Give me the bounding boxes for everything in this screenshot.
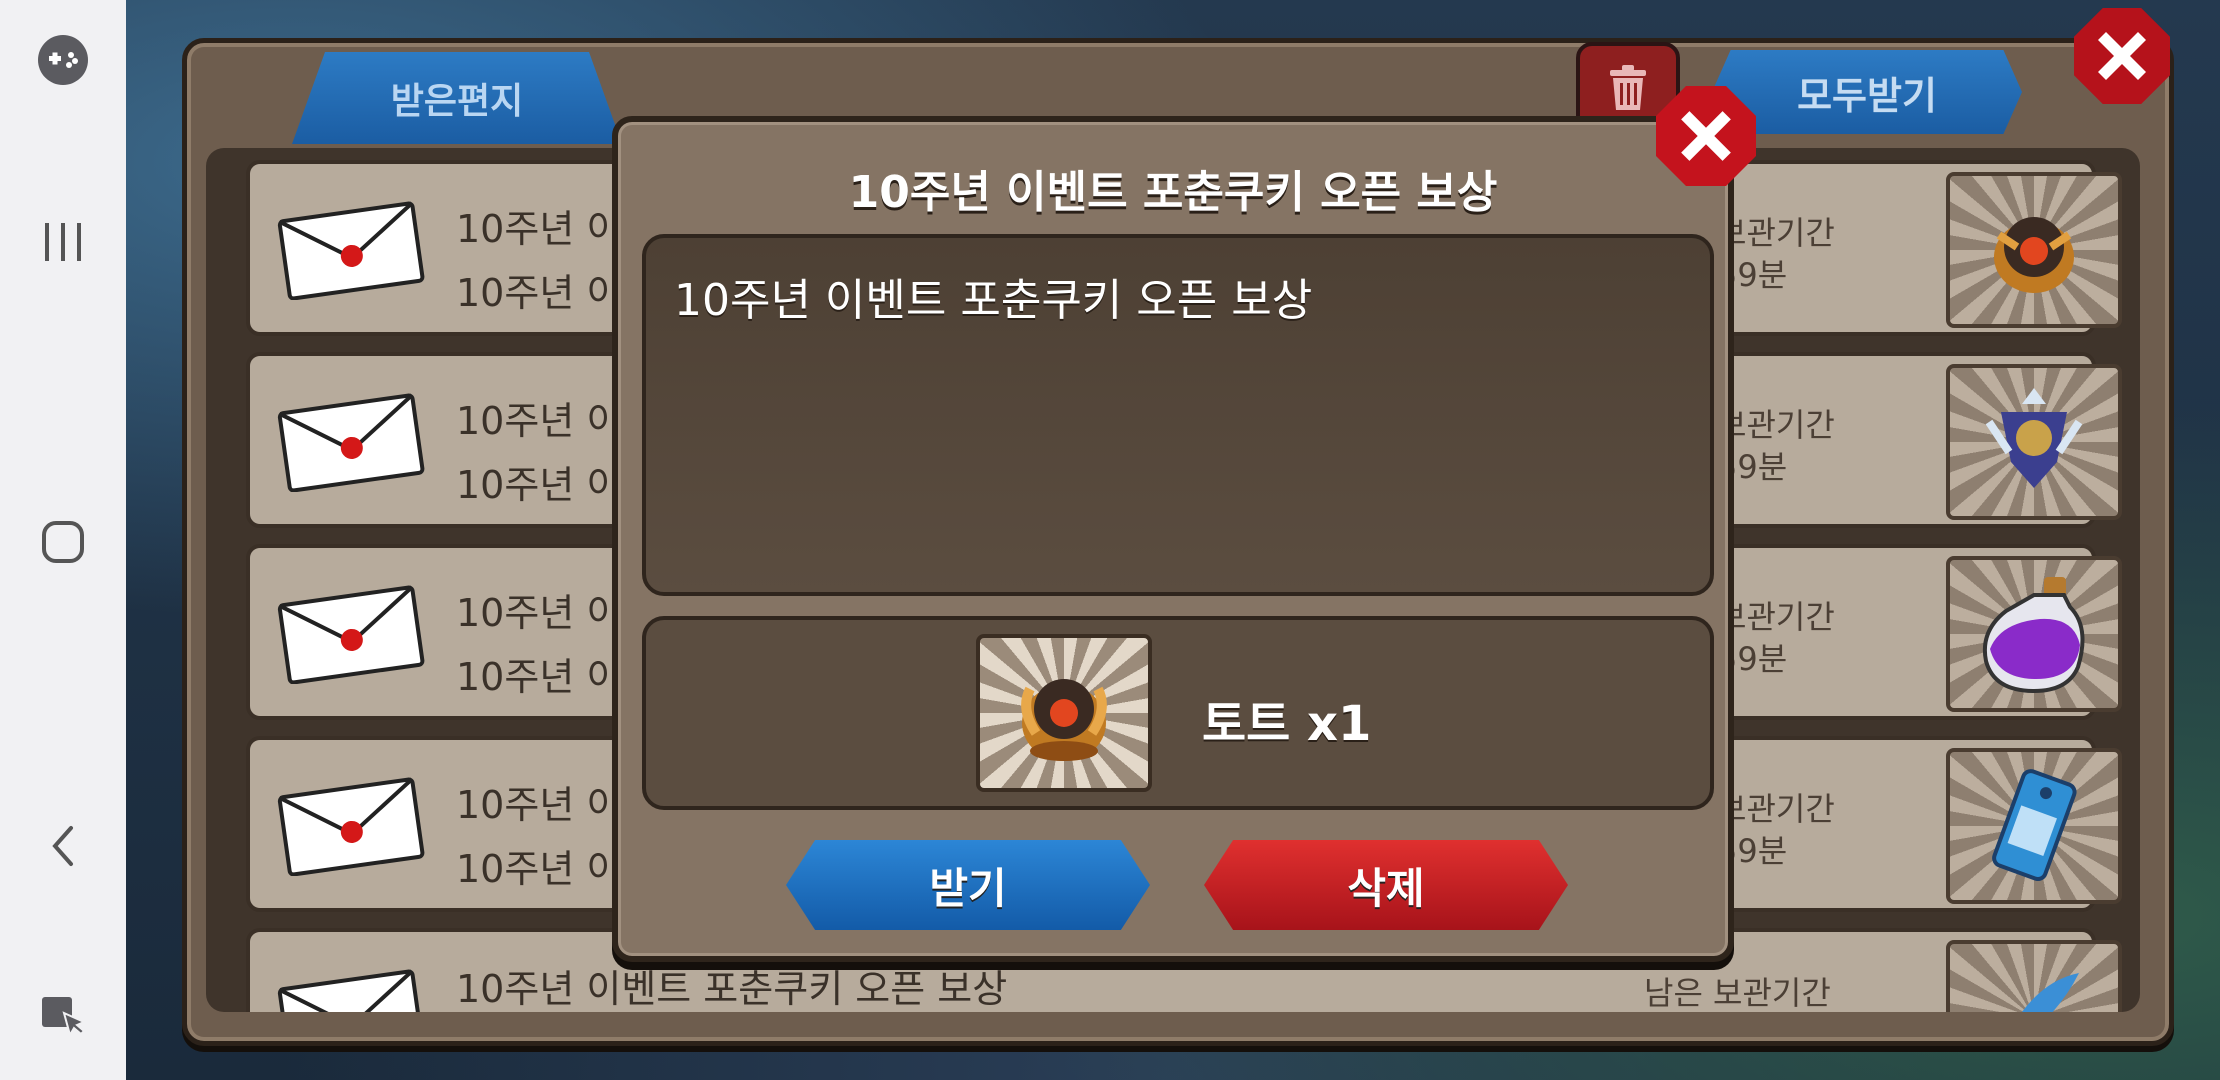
- home-icon[interactable]: [0, 510, 126, 574]
- receive-all-label: 모두받기: [1797, 73, 1937, 118]
- dialog-message: 10주년 이벤트 포춘쿠키 오픈 보상: [674, 275, 1313, 326]
- game-launcher-icon[interactable]: [0, 28, 126, 92]
- tot-emblem-icon: [976, 634, 1152, 792]
- close-icon: [2098, 32, 2146, 80]
- crest-emblem-icon: [1946, 364, 2122, 520]
- potion-bottle-icon: [1946, 556, 2122, 712]
- feather-icon: [1946, 940, 2122, 1012]
- dialog-close-button[interactable]: [1656, 86, 1756, 186]
- trash-icon: [1610, 65, 1646, 110]
- back-icon[interactable]: [0, 814, 126, 878]
- envelope-icon: [277, 201, 425, 300]
- tab-label: 받은편지: [390, 81, 524, 122]
- remaining-label: 남은 보관기간: [1644, 974, 1831, 1012]
- receive-label: 받기: [929, 863, 1007, 913]
- envelope-icon: [277, 969, 425, 1012]
- ticket-icon: [1946, 748, 2122, 904]
- dialog-title: 10주년 이벤트 포춘쿠키 오픈 보상: [848, 167, 1498, 218]
- mail-title: 10주년 이벤트 포춘쿠키 오픈 보상: [456, 967, 1008, 1011]
- android-nav-bar: [0, 0, 127, 1080]
- envelope-icon: [277, 393, 425, 492]
- tab-received-mail[interactable]: 받은편지: [292, 52, 622, 144]
- mail-detail-dialog: 10주년 이벤트 포춘쿠키 오픈 보상 10주년 이벤트 포춘쿠키 오픈 보상 …: [612, 116, 1734, 962]
- delete-label: 삭제: [1347, 863, 1425, 913]
- envelope-icon: [277, 585, 425, 684]
- delete-button[interactable]: 삭제: [1204, 840, 1568, 930]
- receive-all-button[interactable]: 모두받기: [1712, 50, 2022, 134]
- screen-capture-icon[interactable]: [0, 986, 126, 1050]
- close-icon: [1681, 111, 1731, 161]
- envelope-icon: [277, 777, 425, 876]
- reward-text: 토트 x1: [1202, 696, 1372, 752]
- tot-emblem-icon: [1946, 172, 2122, 328]
- recent-apps-icon[interactable]: [0, 210, 126, 274]
- receive-button[interactable]: 받기: [786, 840, 1150, 930]
- reward-box: 토트 x1: [642, 616, 1714, 810]
- dialog-message-box: 10주년 이벤트 포춘쿠키 오픈 보상: [642, 234, 1714, 596]
